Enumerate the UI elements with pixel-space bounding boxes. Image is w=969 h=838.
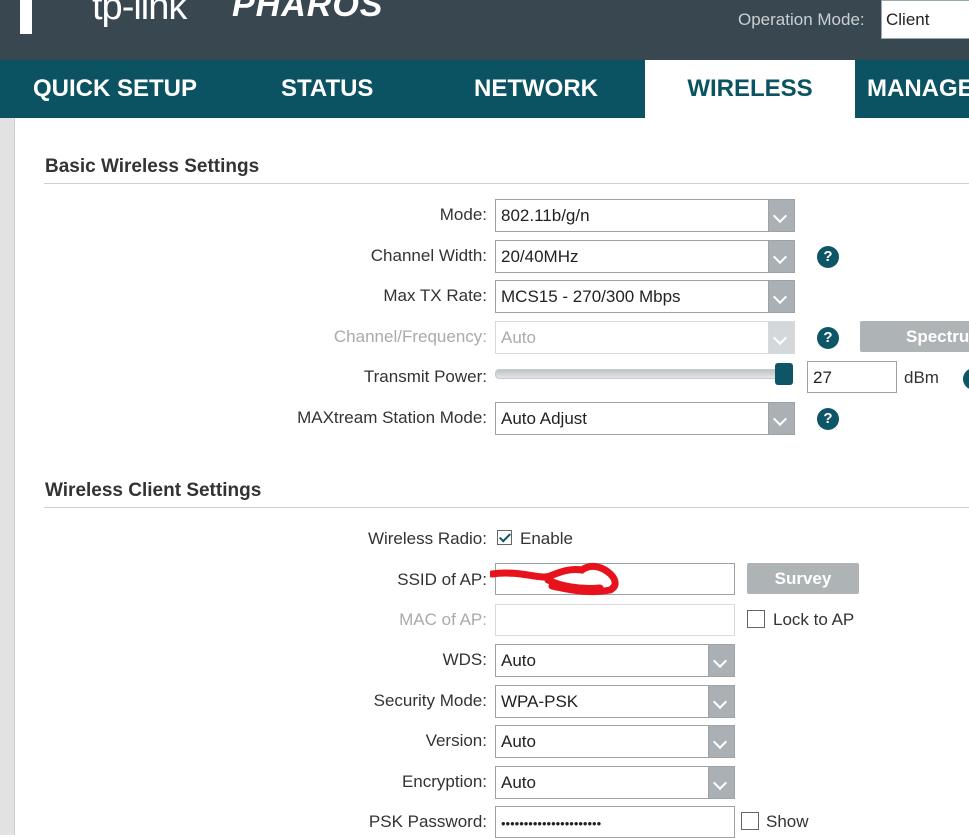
basic-settings-title: Basic Wireless Settings: [45, 156, 260, 177]
encryption-value: Auto: [501, 773, 536, 792]
chevron-down-icon[interactable]: [768, 241, 794, 272]
header-bar: tp-link PHAROS Operation Mode: Client: [0, 0, 969, 60]
transmit-power-label: Transmit Power:: [363, 367, 487, 386]
section-divider: [44, 183, 969, 184]
spectrum-button[interactable]: Spectrum: [860, 321, 969, 352]
psk-password-input[interactable]: ••••••••••••••••••••••: [495, 806, 735, 838]
transmit-unit: dBm: [904, 368, 939, 387]
channel-width-label: Channel Width:: [370, 246, 487, 265]
chevron-down-icon[interactable]: [768, 322, 794, 353]
product-name: PHAROS: [232, 0, 384, 24]
chevron-down-icon[interactable]: [708, 767, 734, 798]
help-icon[interactable]: ?: [817, 246, 839, 268]
enable-label: Enable: [520, 529, 573, 548]
tab-wireless[interactable]: WIRELESS: [645, 60, 855, 118]
lock-to-ap-label: Lock to AP: [773, 610, 855, 629]
wds-value: Auto: [501, 651, 536, 670]
help-icon[interactable]: ?: [817, 327, 839, 349]
chevron-down-icon[interactable]: [768, 403, 794, 434]
tab-network[interactable]: NETWORK: [474, 60, 598, 118]
survey-button[interactable]: Survey: [747, 563, 859, 594]
channel-width-value: 20/40MHz: [501, 247, 579, 266]
mode-value: 802.11b/g/n: [501, 206, 590, 225]
help-icon[interactable]: [963, 368, 969, 390]
main-nav: QUICK SETUP STATUS NETWORK WIRELESS MANA…: [0, 60, 969, 118]
left-sidebar-strip: [0, 118, 15, 835]
mac-of-ap-label: MAC of AP:: [399, 610, 487, 629]
wireless-radio-checkbox[interactable]: [497, 530, 512, 545]
mode-select[interactable]: 802.11b/g/n: [495, 199, 795, 232]
channel-frequency-select[interactable]: Auto: [495, 321, 795, 354]
wds-label: WDS:: [442, 650, 487, 669]
encryption-select[interactable]: Auto: [495, 766, 735, 799]
security-mode-value: WPA-PSK: [501, 692, 579, 711]
ssid-label: SSID of AP:: [397, 570, 487, 589]
maxtream-label: MAXtream Station Mode:: [297, 408, 487, 427]
chevron-down-icon[interactable]: [708, 726, 734, 757]
operation-mode-select[interactable]: Client: [881, 0, 969, 39]
chevron-down-icon[interactable]: [768, 200, 794, 231]
tab-quick-setup[interactable]: QUICK SETUP: [33, 60, 197, 118]
version-select[interactable]: Auto: [495, 725, 735, 758]
redaction-scribble: [490, 562, 619, 596]
mac-of-ap-input[interactable]: [495, 604, 735, 636]
max-tx-rate-value: MCS15 - 270/300 Mbps: [501, 287, 681, 306]
lock-to-ap-checkbox[interactable]: [747, 610, 765, 628]
operation-mode-label: Operation Mode:: [738, 10, 865, 29]
wireless-radio-label: Wireless Radio:: [367, 529, 487, 548]
maxtream-select[interactable]: Auto Adjust: [495, 402, 795, 435]
tab-status[interactable]: STATUS: [281, 60, 373, 118]
transmit-power-slider[interactable]: [495, 369, 787, 379]
slider-handle[interactable]: [775, 363, 793, 385]
max-tx-rate-label: Max TX Rate:: [383, 286, 487, 305]
channel-frequency-value: Auto: [501, 328, 536, 347]
tp-link-logo-icon: [20, 0, 32, 34]
encryption-label: Encryption:: [401, 772, 487, 791]
wds-select[interactable]: Auto: [495, 644, 735, 677]
max-tx-rate-select[interactable]: MCS15 - 270/300 Mbps: [495, 280, 795, 313]
version-value: Auto: [501, 732, 536, 751]
client-settings-title: Wireless Client Settings: [45, 480, 262, 501]
show-label: Show: [766, 812, 809, 831]
tab-management[interactable]: MANAGEMENT: [867, 60, 969, 118]
show-password-checkbox[interactable]: [741, 812, 759, 830]
security-mode-select[interactable]: WPA-PSK: [495, 685, 735, 718]
channel-width-select[interactable]: 20/40MHz: [495, 240, 795, 273]
mode-label: Mode:: [439, 205, 487, 224]
section-divider: [44, 507, 969, 508]
version-label: Version:: [425, 731, 487, 750]
security-mode-label: Security Mode:: [373, 691, 487, 710]
chevron-down-icon[interactable]: [708, 686, 734, 717]
psk-password-label: PSK Password:: [368, 812, 487, 831]
chevron-down-icon[interactable]: [708, 645, 734, 676]
logo-text: tp-link: [92, 0, 187, 28]
transmit-power-input[interactable]: 27: [807, 361, 897, 393]
help-icon[interactable]: ?: [817, 408, 839, 430]
channel-frequency-label: Channel/Frequency:: [333, 327, 487, 346]
chevron-down-icon[interactable]: [768, 281, 794, 312]
maxtream-value: Auto Adjust: [501, 409, 588, 428]
